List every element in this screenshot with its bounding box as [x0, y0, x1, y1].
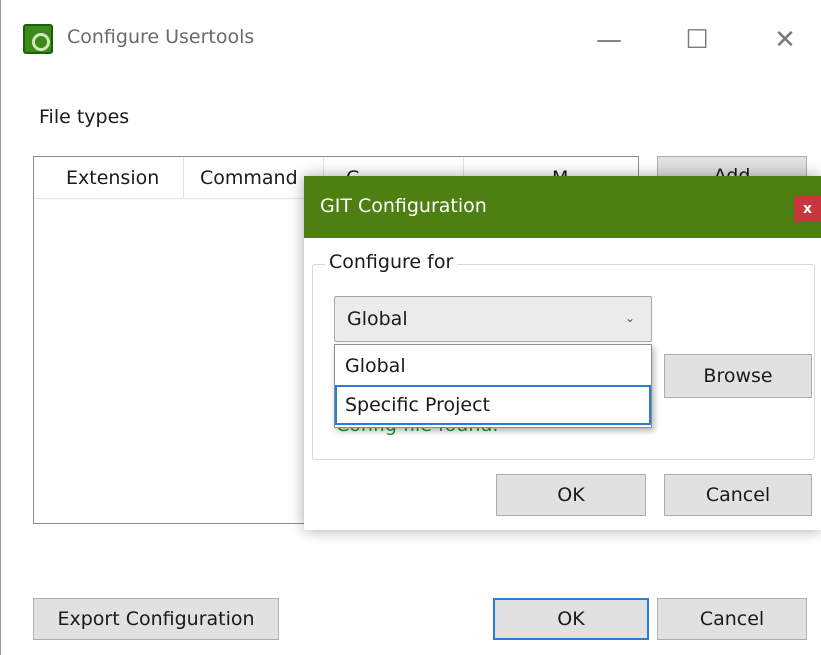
- dialog-close-icon[interactable]: x: [794, 196, 821, 222]
- dialog-ok-button[interactable]: OK: [496, 474, 646, 516]
- column-header-extension[interactable]: Extension: [34, 157, 184, 199]
- column-header-command[interactable]: Command: [184, 157, 324, 199]
- cancel-button[interactable]: Cancel: [657, 598, 807, 640]
- select-value: Global: [347, 308, 408, 330]
- window-titlebar[interactable]: Configure Usertools — ☐ ✕: [1, 0, 821, 82]
- maximize-icon[interactable]: ☐: [669, 14, 725, 66]
- minimize-icon[interactable]: —: [581, 14, 637, 66]
- dialog-title: GIT Configuration: [320, 195, 487, 217]
- dialog-titlebar[interactable]: GIT Configuration x: [304, 176, 821, 238]
- close-icon[interactable]: ✕: [757, 14, 813, 66]
- configure-for-select[interactable]: Global ⌄: [334, 296, 652, 342]
- dropdown-option-global[interactable]: Global: [335, 347, 651, 387]
- ok-button[interactable]: OK: [493, 598, 649, 640]
- browse-button[interactable]: Browse: [664, 354, 812, 398]
- dialog-cancel-button[interactable]: Cancel: [664, 474, 812, 516]
- git-configuration-dialog: GIT Configuration x Configure for Config…: [304, 176, 821, 530]
- window-title: Configure Usertools: [67, 26, 255, 48]
- app-icon: [23, 24, 53, 54]
- chevron-down-icon[interactable]: ⌄: [625, 311, 635, 325]
- configure-for-label: Configure for: [325, 251, 458, 273]
- dropdown-option-specific-project[interactable]: Specific Project: [335, 385, 651, 425]
- export-configuration-button[interactable]: Export Configuration: [33, 598, 279, 640]
- file-types-label: File types: [39, 106, 130, 128]
- configure-for-dropdown: Global Specific Project: [334, 344, 652, 428]
